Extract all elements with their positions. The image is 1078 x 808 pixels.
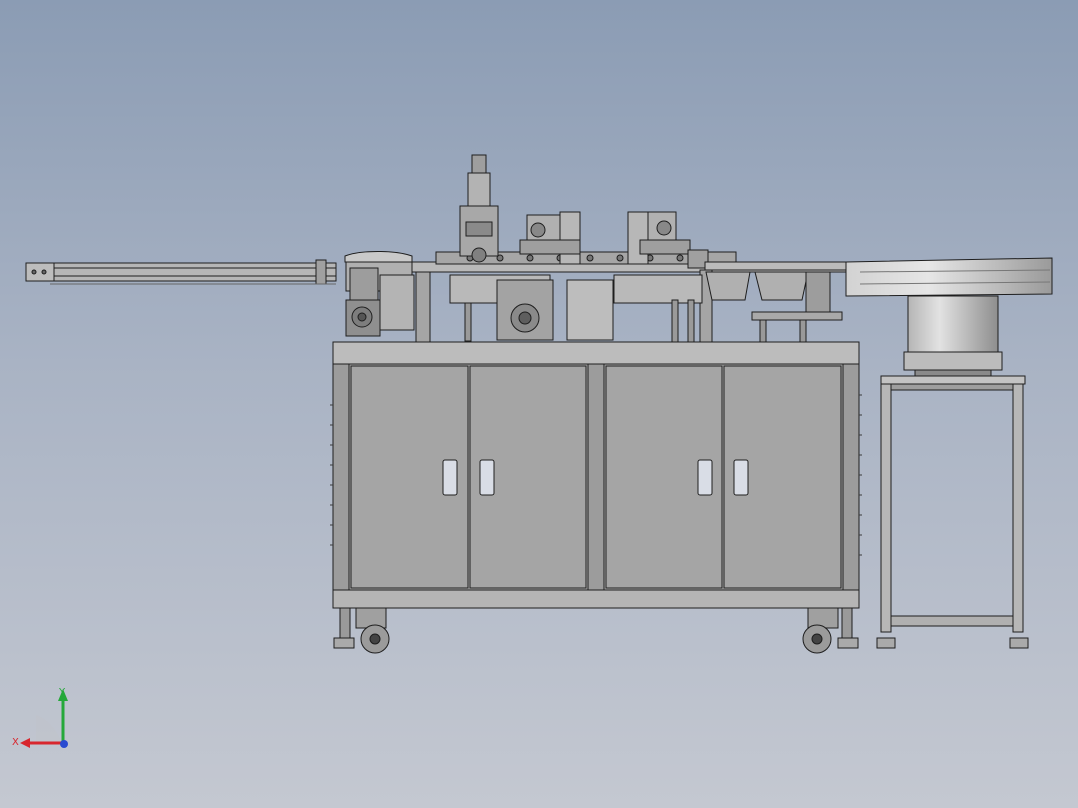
x-axis-label: X (12, 737, 19, 748)
machine-model-view[interactable] (0, 0, 1078, 808)
y-axis-label: Y (58, 687, 66, 698)
leveling-foot-right (837, 607, 859, 649)
door-handle[interactable] (697, 459, 713, 496)
door-handle[interactable] (733, 459, 749, 496)
right-feed-track (704, 261, 851, 343)
bowl-feeder-stand (876, 375, 1029, 649)
cabinet-top (332, 341, 860, 365)
cad-viewport[interactable]: Y X (0, 0, 1078, 808)
caster-wheel-left[interactable] (355, 607, 390, 654)
vibratory-bowl-feeder (845, 257, 1053, 377)
door-handle[interactable] (479, 459, 495, 496)
z-axis-marker (60, 740, 68, 748)
cabinet-base-rail (332, 589, 860, 609)
pneumatic-cylinder-tower (459, 154, 499, 263)
left-conveyor-arm (25, 259, 337, 285)
lower-drive-mechanism (449, 274, 703, 343)
coordinate-axis-triad: Y X (12, 687, 68, 748)
door-handle[interactable] (442, 459, 458, 496)
leveling-foot-left (333, 607, 355, 649)
caster-wheel-right[interactable] (802, 607, 839, 654)
left-motor-gearbox (344, 251, 415, 337)
